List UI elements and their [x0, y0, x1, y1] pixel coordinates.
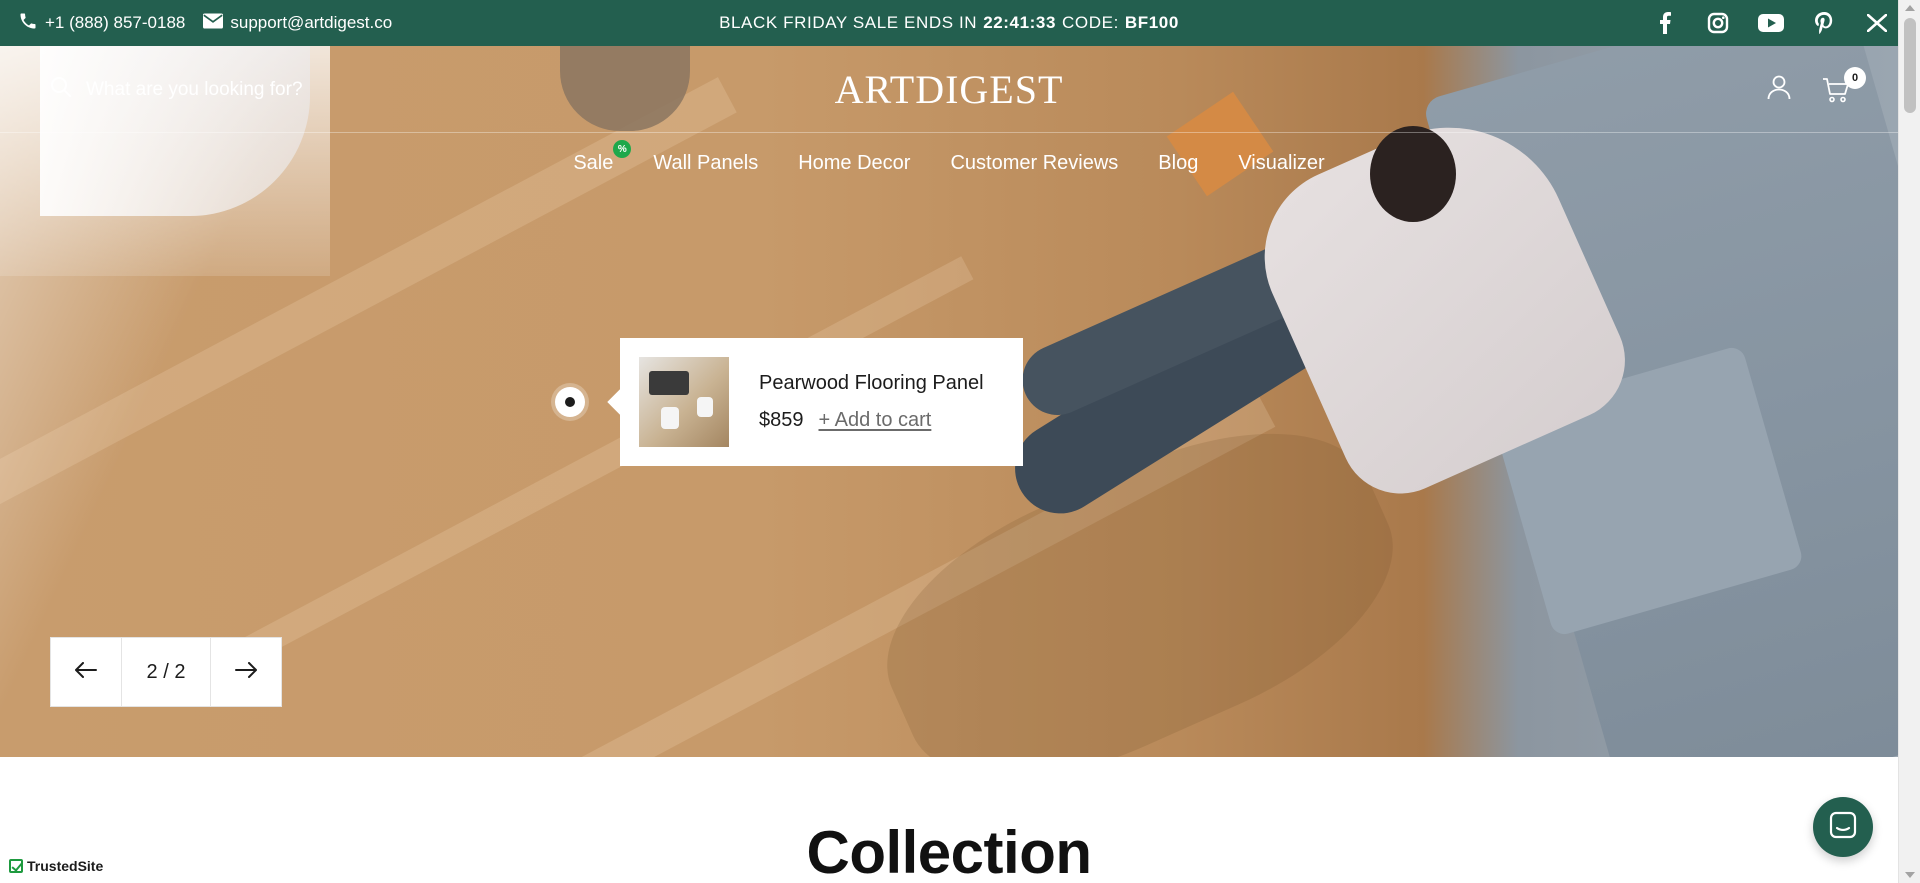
social-links — [1652, 0, 1898, 46]
collection-title: Collection — [806, 819, 1092, 883]
product-price: $859 — [759, 409, 804, 431]
product-thumbnail[interactable] — [639, 357, 729, 447]
pinterest-icon[interactable] — [1811, 10, 1837, 36]
x-icon[interactable] — [1864, 10, 1890, 36]
promo-code: BF100 — [1124, 13, 1179, 32]
chat-button[interactable] — [1813, 797, 1873, 857]
header-actions: 0 — [1766, 66, 1866, 105]
promo-text: BLACK FRIDAY SALE ENDS IN — [719, 13, 978, 32]
scrollbar-thumb[interactable] — [1904, 18, 1916, 113]
code-label: CODE: — [1062, 13, 1119, 32]
product-card: Pearwood Flooring Panel $859 + Add to ca… — [620, 338, 1023, 466]
nav-item-label: Sale — [573, 152, 614, 174]
header-divider — [0, 132, 1898, 133]
slider-controls: 2 / 2 — [50, 637, 282, 707]
add-to-cart-button[interactable]: + Add to cart — [819, 409, 932, 432]
product-info: Pearwood Flooring Panel $859 + Add to ca… — [759, 372, 984, 432]
cart-count-badge: 0 — [1844, 66, 1866, 89]
sale-badge: % — [613, 140, 632, 158]
instagram-icon[interactable] — [1705, 10, 1731, 36]
account-icon[interactable] — [1766, 74, 1792, 105]
main-nav: Sale % Wall Panels Home Decor Customer R… — [0, 140, 1898, 175]
site-logo[interactable]: ARTDIGEST — [0, 66, 1898, 113]
scroll-down-icon[interactable] — [1905, 872, 1915, 878]
youtube-icon[interactable] — [1758, 10, 1784, 36]
page-scrollbar[interactable] — [1898, 0, 1920, 883]
countdown-timer: 22:41:33 — [983, 13, 1057, 32]
product-name[interactable]: Pearwood Flooring Panel — [759, 372, 984, 395]
nav-item-blog[interactable]: Blog — [1158, 152, 1198, 175]
promo-banner: BLACK FRIDAY SALE ENDS IN 22:41:33 CODE:… — [0, 0, 1898, 46]
facebook-icon[interactable] — [1652, 10, 1678, 36]
trustedsite-badge[interactable]: TrustedSite — [5, 855, 108, 877]
chat-icon — [1829, 811, 1857, 844]
next-slide-button[interactable] — [211, 638, 281, 706]
cart-icon — [1822, 77, 1850, 108]
check-icon — [9, 859, 23, 873]
nav-item-visualizer[interactable]: Visualizer — [1238, 152, 1324, 175]
nav-item-sale[interactable]: Sale % — [573, 140, 632, 175]
prev-slide-button[interactable] — [51, 638, 121, 706]
product-hotspot[interactable] — [555, 387, 585, 417]
slide-counter: 2 / 2 — [121, 638, 211, 706]
nav-item-wall-panels[interactable]: Wall Panels — [653, 152, 758, 175]
arrow-left-icon — [75, 661, 97, 683]
cart-button[interactable]: 0 — [1822, 66, 1866, 104]
scroll-up-icon[interactable] — [1905, 5, 1915, 11]
nav-item-home-decor[interactable]: Home Decor — [798, 152, 910, 175]
announcement-bar: +1 (888) 857-0188 support@artdigest.co B… — [0, 0, 1898, 46]
product-actions: $859 + Add to cart — [759, 409, 984, 432]
trustedsite-label: TrustedSite — [27, 858, 104, 874]
arrow-right-icon — [235, 661, 257, 683]
nav-item-customer-reviews[interactable]: Customer Reviews — [950, 152, 1118, 175]
hotspot-dot — [565, 397, 575, 407]
